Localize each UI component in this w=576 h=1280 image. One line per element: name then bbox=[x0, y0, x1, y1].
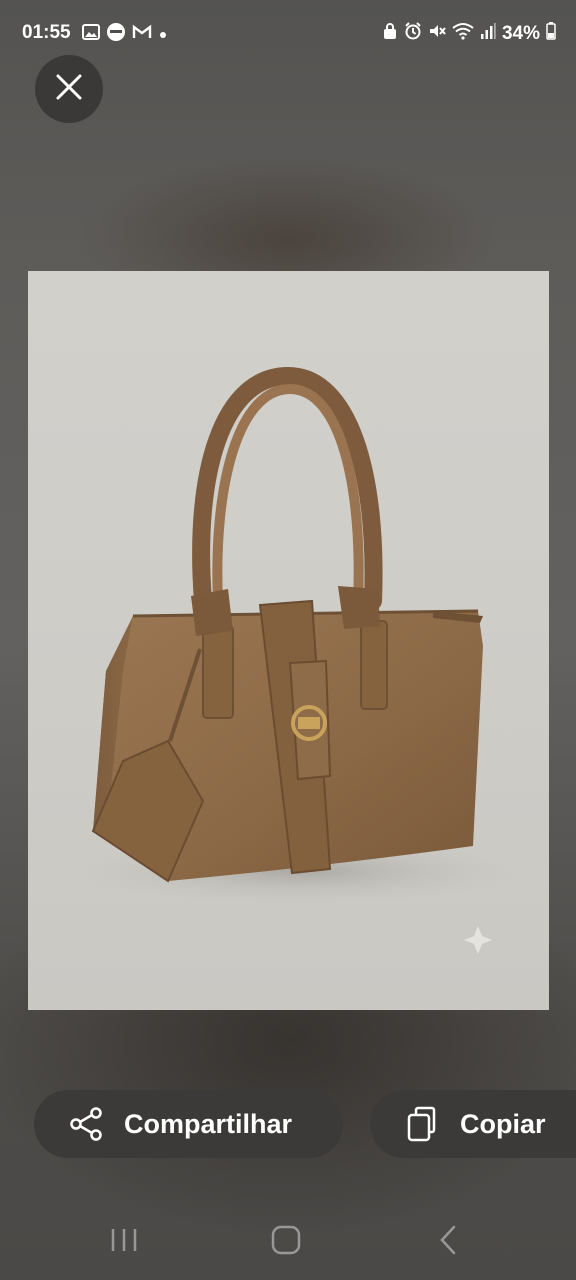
close-icon bbox=[55, 73, 83, 106]
home-button[interactable] bbox=[256, 1220, 316, 1264]
system-icons: 34% bbox=[382, 22, 556, 46]
app-icon bbox=[106, 22, 126, 48]
close-button[interactable] bbox=[35, 55, 103, 123]
back-button[interactable] bbox=[418, 1220, 478, 1264]
share-button[interactable]: Compartilhar bbox=[34, 1090, 343, 1158]
share-label: Compartilhar bbox=[124, 1108, 293, 1139]
alarm-icon bbox=[404, 22, 422, 46]
signal-icon bbox=[480, 22, 496, 46]
copy-button[interactable]: Copiar bbox=[370, 1090, 576, 1158]
product-image bbox=[28, 271, 549, 1010]
share-icon bbox=[66, 1104, 106, 1144]
battery-percent: 34% bbox=[501, 23, 540, 44]
recents-icon bbox=[109, 1227, 139, 1258]
recents-button[interactable] bbox=[94, 1220, 154, 1264]
home-icon bbox=[271, 1225, 301, 1260]
handbag-illustration bbox=[58, 366, 538, 954]
status-time: 01:55 bbox=[22, 22, 71, 43]
lock-icon bbox=[382, 22, 398, 46]
navigation-bar bbox=[0, 1200, 576, 1280]
copy-label: Copiar bbox=[460, 1108, 546, 1139]
status-bar: 01:55 34% bbox=[0, 0, 576, 64]
battery-icon bbox=[546, 22, 556, 46]
image-icon bbox=[82, 24, 100, 46]
notification-icons bbox=[82, 22, 168, 48]
back-icon bbox=[438, 1225, 458, 1260]
mute-icon bbox=[428, 22, 446, 46]
copy-icon bbox=[402, 1104, 442, 1144]
wifi-icon bbox=[452, 22, 474, 46]
action-bar: Compartilhar Copiar bbox=[0, 1090, 576, 1160]
dot-icon bbox=[158, 24, 168, 46]
gmail-icon bbox=[132, 24, 152, 46]
